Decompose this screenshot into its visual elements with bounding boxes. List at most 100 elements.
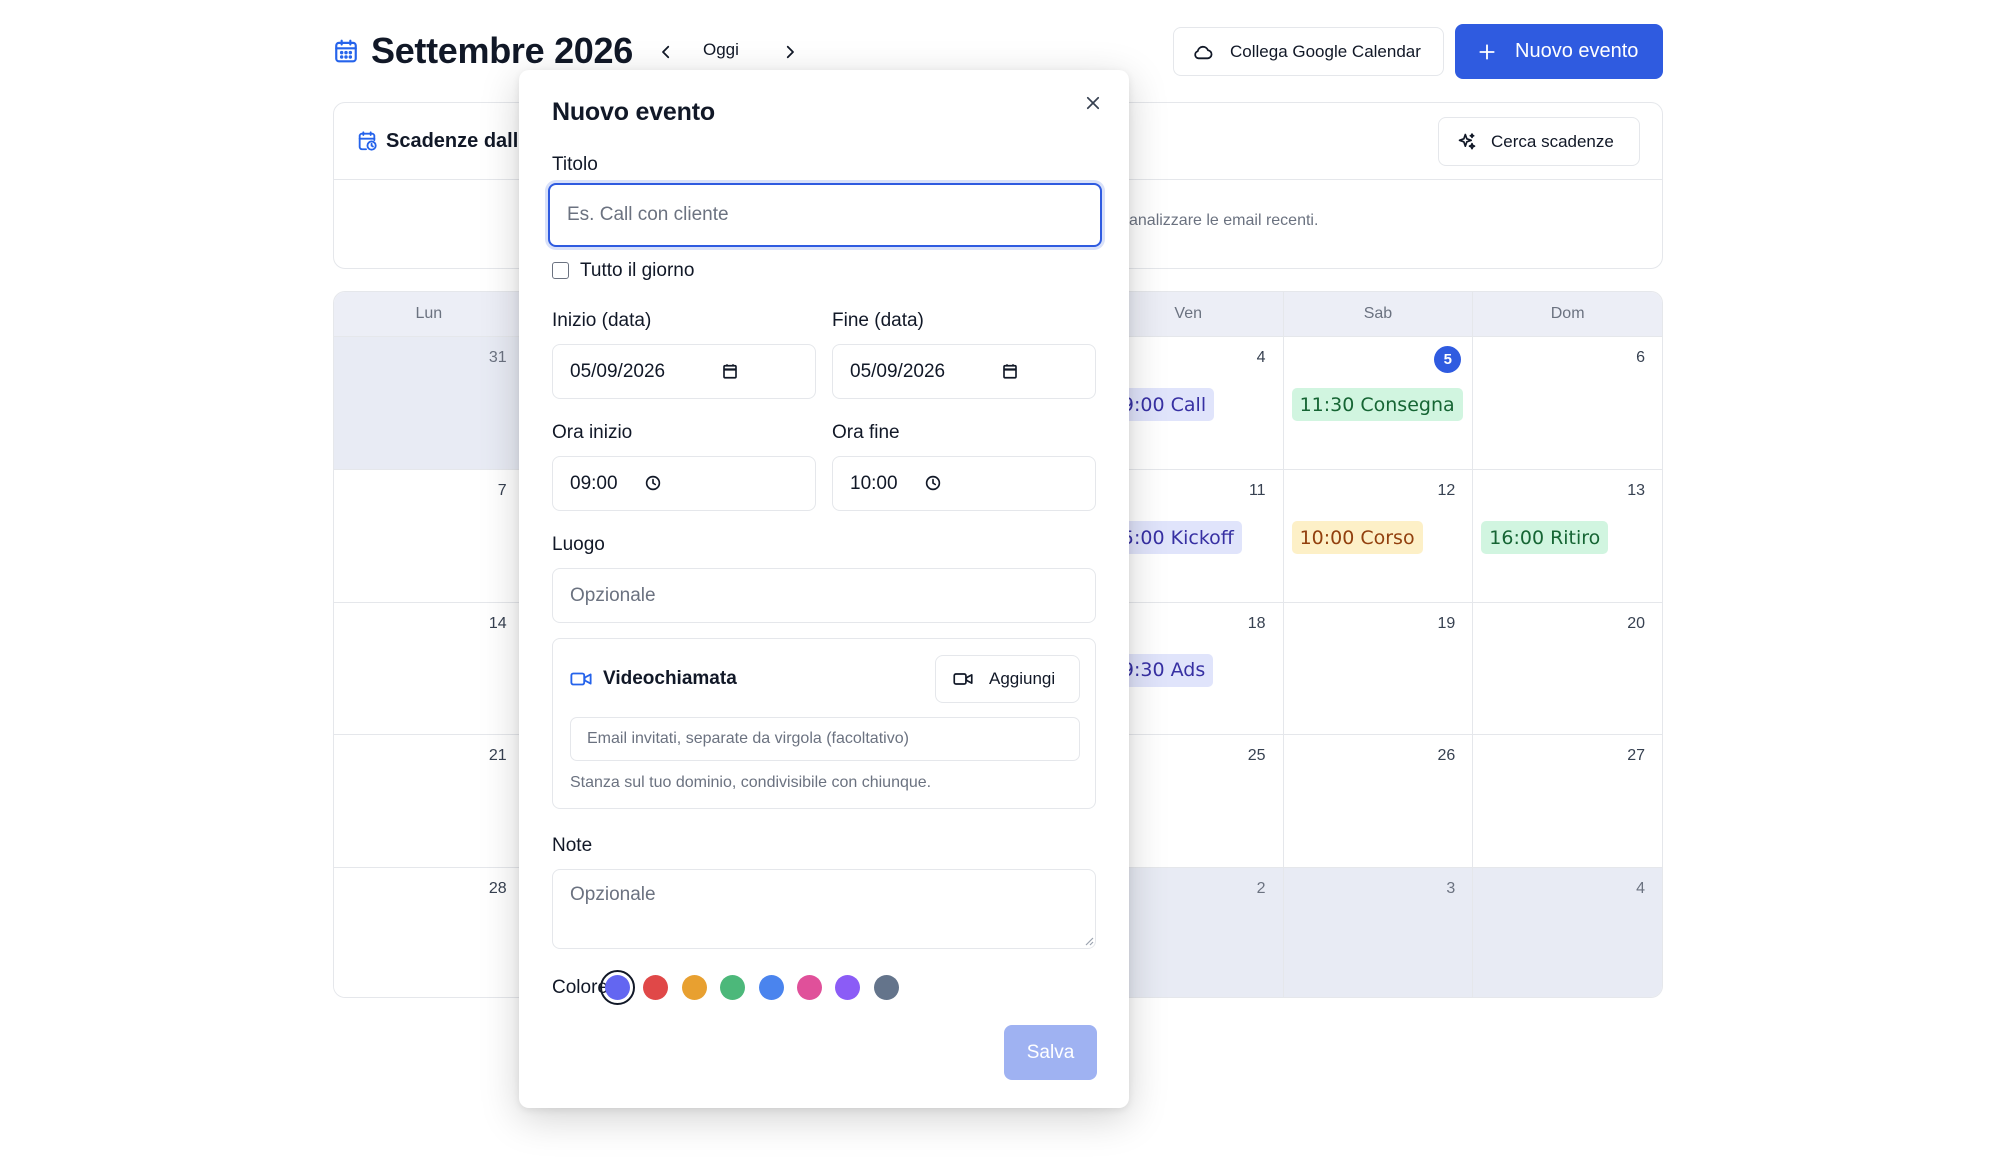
day-number: 6 <box>1636 349 1645 366</box>
invitees-email-input[interactable] <box>570 717 1080 761</box>
all-day-checkbox[interactable] <box>552 262 569 279</box>
location-label: Luogo <box>552 534 605 555</box>
day-number: 28 <box>488 879 507 897</box>
prev-month-button[interactable] <box>650 36 682 68</box>
deadlines-empty-text: analizzare le email recenti. <box>1129 212 1319 229</box>
day-cell[interactable]: 7 <box>334 469 524 602</box>
day-number: 20 <box>1627 614 1645 632</box>
day-cell[interactable]: 5 11:30 Consegna <box>1282 337 1473 470</box>
day-cell[interactable]: 6 <box>1472 337 1662 470</box>
day-cell[interactable]: 3 <box>1282 866 1473 997</box>
calendar-picker-icon <box>723 364 737 379</box>
title-label: Titolo <box>552 154 598 175</box>
day-cell[interactable]: 31 <box>334 337 524 470</box>
save-button[interactable]: Salva <box>1004 1025 1097 1080</box>
color-swatch-1[interactable] <box>643 975 669 1000</box>
day-cell[interactable]: 12 10:00 Corso <box>1282 469 1473 602</box>
day-number: 25 <box>1247 747 1266 765</box>
clock-icon <box>925 475 941 491</box>
next-month-button[interactable] <box>774 36 806 68</box>
day-cell[interactable]: 13 16:00 Ritiro <box>1472 469 1662 602</box>
start-time-label: Ora inizio <box>552 422 633 443</box>
notes-label: Note <box>552 835 593 856</box>
day-cell[interactable]: 20 <box>1472 601 1662 735</box>
weekday-6: Dom <box>1472 292 1662 336</box>
video-call-section: Videochiamata Aggiungi Stanza sul tuo do… <box>552 638 1096 809</box>
calendar-event[interactable]: 10:00 Corso <box>1291 521 1423 555</box>
add-video-call-label: Aggiungi <box>989 669 1056 688</box>
day-number: 27 <box>1627 747 1645 765</box>
plus-icon <box>1479 43 1495 60</box>
day-number: 11 <box>1248 482 1266 500</box>
start-date-field[interactable]: 05/09/2026 <box>552 344 816 399</box>
start-time-field[interactable]: 09:00 <box>552 456 816 511</box>
day-cell[interactable]: 28 <box>334 866 524 997</box>
start-date-value: 05/09/2026 <box>570 360 666 382</box>
day-cell[interactable]: 19 <box>1282 601 1473 735</box>
day-cell[interactable]: 26 <box>1282 734 1473 867</box>
weekday-0: Lun <box>415 305 443 322</box>
all-day-label: Tutto il giorno <box>580 260 695 281</box>
color-swatch-0[interactable] <box>600 970 635 1005</box>
video-camera-icon <box>570 672 592 686</box>
day-number: 2 <box>1256 879 1266 897</box>
day-number: 4 <box>1636 879 1645 897</box>
close-button[interactable] <box>1081 91 1105 115</box>
connect-google-label: Collega Google Calendar <box>1230 41 1421 61</box>
calendar-clock-icon <box>358 131 377 151</box>
color-swatch-7[interactable] <box>873 975 899 1000</box>
end-date-field[interactable]: 05/09/2026 <box>832 344 1096 399</box>
today-day-number: 5 <box>1434 346 1462 373</box>
day-number: 21 <box>488 747 507 765</box>
day-cell[interactable]: 14 <box>334 601 524 735</box>
day-number: 7 <box>497 482 507 500</box>
start-time-value: 09:00 <box>570 472 618 494</box>
calendar-icon <box>335 39 357 63</box>
color-swatch-4[interactable] <box>758 975 784 1000</box>
end-time-label: Ora fine <box>832 422 900 443</box>
add-video-call-button[interactable]: Aggiungi <box>935 655 1080 703</box>
day-number: 31 <box>488 349 507 366</box>
day-cell[interactable]: 21 <box>334 734 524 867</box>
deadlines-title: Scadenze dalle <box>386 130 530 152</box>
chevron-left-icon <box>662 45 670 59</box>
calendar-event[interactable]: 11:30 Consegna <box>1291 388 1463 421</box>
new-event-dialog: Nuovo evento Titolo Tutto il giorno Iniz… <box>519 70 1129 1108</box>
end-date-value: 05/09/2026 <box>850 360 946 382</box>
calendar-event[interactable]: 16:00 Ritiro <box>1481 521 1609 555</box>
day-number: 14 <box>488 614 507 632</box>
day-number: 12 <box>1437 482 1456 500</box>
new-event-button[interactable]: Nuovo evento <box>1455 24 1663 79</box>
dialog-title: Nuovo evento <box>552 98 715 126</box>
color-swatch-6[interactable] <box>835 975 861 1000</box>
page-title: Settembre 2026 <box>371 30 633 71</box>
location-input[interactable] <box>552 568 1096 623</box>
calendar-picker-icon <box>1003 364 1017 379</box>
day-cell[interactable]: 4 <box>1472 866 1662 997</box>
color-label: Colore <box>552 977 608 998</box>
today-button[interactable]: Oggi <box>703 40 739 60</box>
video-camera-icon <box>953 673 973 685</box>
chevron-right-icon <box>786 45 794 59</box>
search-deadlines-button[interactable]: Cerca scadenze <box>1438 117 1640 166</box>
resize-grip-icon[interactable] <box>1084 936 1094 946</box>
connect-google-calendar-button[interactable]: Collega Google Calendar <box>1173 27 1444 76</box>
video-call-label: Videochiamata <box>603 668 737 689</box>
day-number: 4 <box>1256 349 1266 366</box>
day-cell[interactable]: 27 <box>1472 734 1662 867</box>
day-number: 13 <box>1627 482 1645 500</box>
cloud-icon <box>1194 45 1213 59</box>
weekday-5: Sab <box>1282 292 1473 336</box>
notes-textarea[interactable] <box>552 869 1096 949</box>
color-swatch-5[interactable] <box>797 975 822 1000</box>
end-time-field[interactable]: 10:00 <box>832 456 1096 511</box>
day-number: 3 <box>1446 879 1456 897</box>
end-time-value: 10:00 <box>850 472 898 494</box>
title-input[interactable] <box>548 183 1102 247</box>
day-number: 19 <box>1437 614 1456 632</box>
sparkles-icon <box>1458 132 1476 149</box>
color-swatch-2[interactable] <box>681 975 707 1000</box>
clock-icon <box>645 475 661 491</box>
search-deadlines-label: Cerca scadenze <box>1491 131 1614 151</box>
color-swatch-3[interactable] <box>720 975 746 1000</box>
